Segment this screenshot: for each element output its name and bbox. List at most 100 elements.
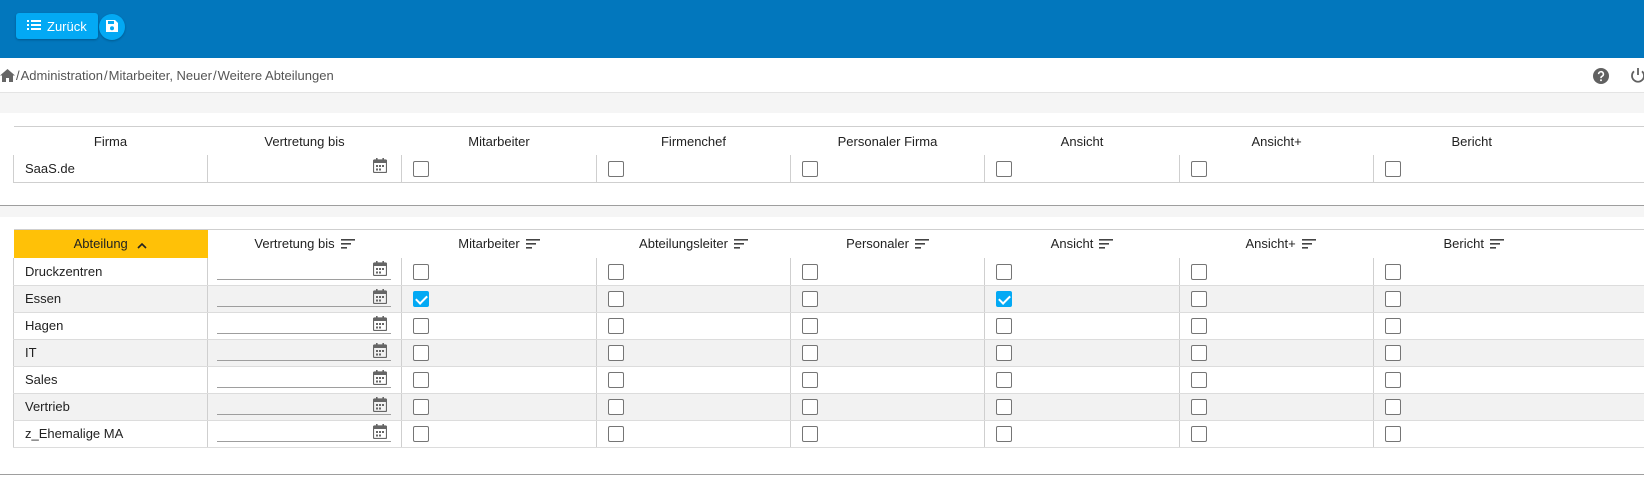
checkbox-abteilungsleiter[interactable] — [608, 398, 624, 415]
column-header-label: Mitarbeiter — [458, 235, 520, 251]
date-input-underline — [217, 386, 391, 388]
help-icon[interactable] — [1593, 68, 1609, 87]
checkbox-ansicht-plus[interactable] — [1191, 371, 1207, 388]
checkbox-ansicht[interactable] — [996, 398, 1012, 415]
date-field[interactable] — [207, 312, 402, 340]
department-name: Essen — [13, 285, 208, 313]
checkbox-mitarbeiter[interactable] — [413, 290, 429, 307]
checkbox-ansicht[interactable] — [996, 290, 1012, 307]
date-input-underline — [217, 305, 391, 307]
checkbox-abteilungsleiter[interactable] — [608, 263, 624, 280]
checkbox-ansicht-plus[interactable] — [1191, 425, 1207, 442]
checkbox-bericht[interactable] — [1385, 317, 1401, 334]
calendar-icon[interactable] — [372, 158, 388, 176]
checkbox-ansicht[interactable] — [996, 317, 1012, 334]
home-icon[interactable] — [0, 69, 15, 82]
save-button[interactable] — [99, 14, 125, 40]
checkbox-ansicht-plus[interactable] — [1191, 317, 1207, 334]
date-field[interactable] — [207, 366, 402, 394]
calendar-icon[interactable] — [372, 315, 388, 334]
checkbox-bericht[interactable] — [1385, 398, 1401, 415]
checkbox-bericht[interactable] — [1385, 263, 1401, 280]
checkbox-ansicht-plus[interactable] — [1191, 398, 1207, 415]
calendar-icon[interactable] — [372, 369, 388, 388]
column-header-mitarbeiter[interactable]: Mitarbeiter — [402, 230, 597, 259]
checkbox-bericht[interactable] — [1385, 425, 1401, 442]
table-header-row: Firma Vertretung bis Mitarbeiter Firmenc… — [14, 127, 1644, 156]
sort-icon — [1301, 237, 1316, 252]
column-header-label: Abteilung — [73, 235, 128, 251]
date-input-underline — [217, 278, 391, 280]
checkbox-ansicht[interactable] — [996, 425, 1012, 442]
calendar-icon[interactable] — [372, 396, 388, 415]
column-header-personaler[interactable]: Personaler — [791, 230, 985, 259]
column-header-vertretung[interactable]: Vertretung bis — [208, 230, 402, 259]
column-header-abteilungsleiter[interactable]: Abteilungsleiter — [597, 230, 791, 259]
checkbox-mitarbeiter[interactable] — [413, 263, 429, 280]
date-field[interactable] — [207, 393, 402, 421]
date-field[interactable] — [207, 420, 402, 448]
checkbox-personaler[interactable] — [802, 398, 818, 415]
checkbox-mitarbeiter[interactable] — [413, 425, 429, 442]
calendar-icon[interactable] — [372, 288, 388, 307]
checkbox-abteilungsleiter[interactable] — [608, 317, 624, 334]
checkbox-abteilungsleiter[interactable] — [608, 344, 624, 361]
checkbox-mitarbeiter[interactable] — [413, 344, 429, 361]
calendar-icon[interactable] — [372, 342, 388, 361]
checkbox-ansicht[interactable] — [996, 263, 1012, 280]
checkbox-personaler[interactable] — [802, 290, 818, 307]
date-field[interactable] — [207, 155, 402, 183]
breadcrumb-item-further-departments: Weitere Abteilungen — [217, 68, 334, 83]
column-header-bericht[interactable]: Bericht — [1374, 230, 1644, 259]
date-input-underline — [217, 413, 391, 415]
checkbox-bericht[interactable] — [1385, 290, 1401, 307]
breadcrumb-item-administration[interactable]: Administration — [21, 68, 103, 83]
checkbox-ansicht-plus[interactable] — [1191, 160, 1207, 177]
column-header-label: Vertretung bis — [254, 235, 335, 251]
checkbox-ansicht-plus[interactable] — [1191, 344, 1207, 361]
date-input-underline — [217, 440, 391, 442]
checkbox-mitarbeiter[interactable] — [413, 160, 429, 177]
department-table: Abteilung Vertretung bis Mitarbeiter Abt… — [13, 229, 1644, 448]
department-name: Sales — [13, 366, 208, 394]
date-field[interactable] — [207, 339, 402, 367]
back-button[interactable]: Zurück — [16, 13, 98, 39]
calendar-icon[interactable] — [372, 261, 388, 279]
checkbox-ansicht[interactable] — [996, 371, 1012, 388]
checkbox-personaler[interactable] — [802, 344, 818, 361]
checkbox-bericht[interactable] — [1385, 160, 1401, 177]
checkbox-personaler[interactable] — [802, 263, 818, 280]
power-icon[interactable] — [1630, 67, 1644, 87]
column-header-abteilung[interactable]: Abteilung — [13, 229, 208, 258]
department-name: IT — [13, 339, 208, 367]
company-name: SaaS.de — [13, 155, 208, 183]
checkbox-bericht[interactable] — [1385, 344, 1401, 361]
table-row: z_Ehemalige MA — [13, 420, 1644, 448]
column-header: Bericht — [1451, 133, 1492, 149]
checkbox-mitarbeiter[interactable] — [413, 317, 429, 334]
spacer — [0, 93, 1644, 113]
checkbox-bericht[interactable] — [1385, 371, 1401, 388]
checkbox-personaler[interactable] — [802, 317, 818, 334]
date-field[interactable] — [207, 258, 402, 286]
table-row: Hagen — [13, 312, 1644, 340]
checkbox-ansicht-plus[interactable] — [1191, 263, 1207, 280]
calendar-icon[interactable] — [372, 423, 388, 442]
checkbox-ansicht[interactable] — [996, 344, 1012, 361]
checkbox-ansicht-plus[interactable] — [1191, 290, 1207, 307]
date-field[interactable] — [207, 285, 402, 313]
checkbox-mitarbeiter[interactable] — [413, 398, 429, 415]
checkbox-personaler-firma[interactable] — [802, 160, 818, 177]
column-header-ansicht-plus[interactable]: Ansicht+ — [1180, 230, 1374, 259]
checkbox-ansicht[interactable] — [996, 160, 1012, 177]
checkbox-personaler[interactable] — [802, 371, 818, 388]
breadcrumb-item-new-employee[interactable]: Mitarbeiter, Neuer — [109, 68, 212, 83]
checkbox-abteilungsleiter[interactable] — [608, 371, 624, 388]
checkbox-abteilungsleiter[interactable] — [608, 425, 624, 442]
checkbox-mitarbeiter[interactable] — [413, 371, 429, 388]
checkbox-abteilungsleiter[interactable] — [608, 290, 624, 307]
column-header-ansicht[interactable]: Ansicht — [985, 230, 1180, 259]
list-icon — [27, 19, 41, 34]
checkbox-personaler[interactable] — [802, 425, 818, 442]
checkbox-firmenchef[interactable] — [608, 160, 624, 177]
